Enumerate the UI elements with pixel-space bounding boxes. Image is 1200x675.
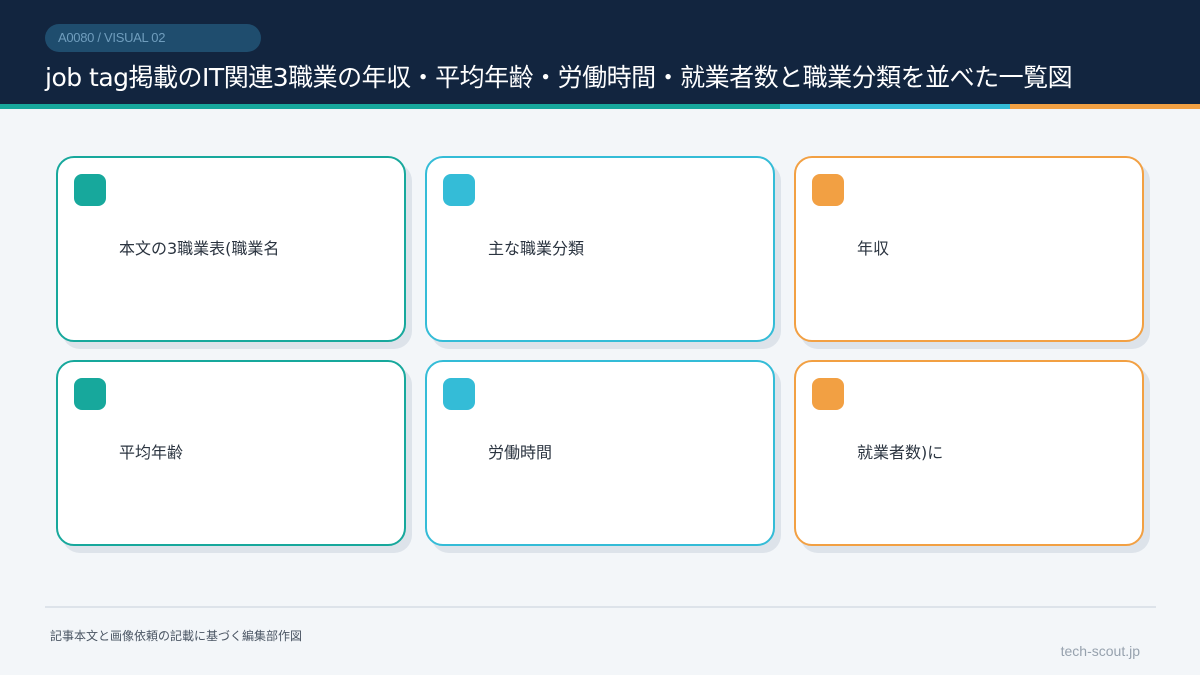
card-occupation-classification: 主な職業分類 [425,156,775,342]
card-label: 就業者数)に [857,443,944,462]
card-marker-icon [812,378,844,410]
card-annual-income: 年収 [794,156,1144,342]
footer-divider [45,606,1156,608]
accent-stripe-cyan [780,104,1010,109]
site-credit: tech-scout.jp [1060,643,1140,659]
card-label: 労働時間 [488,443,553,462]
card-number-of-workers: 就業者数)に [794,360,1144,546]
accent-stripe-teal [0,104,780,109]
card-marker-icon [74,174,106,206]
source-note: 記事本文と画像依頼の記載に基づく編集部作図 [50,629,303,643]
card-label: 平均年齢 [119,443,184,462]
card-marker-icon [443,378,475,410]
card-average-age: 平均年齢 [56,360,406,546]
card-occupation-table: 本文の3職業表(職業名 [56,156,406,342]
card-label: 年収 [857,239,890,258]
card-label: 本文の3職業表(職業名 [119,239,280,258]
visual-id-badge: A0080 / VISUAL 02 [45,24,261,52]
card-marker-icon [74,378,106,410]
page-title: job tag掲載のIT関連3職業の年収・平均年齢・労働時間・就業者数と職業分類… [45,63,1073,92]
accent-stripe-orange [1010,104,1200,109]
header-bar: A0080 / VISUAL 02 job tag掲載のIT関連3職業の年収・平… [0,0,1200,104]
card-marker-icon [443,174,475,206]
card-working-hours: 労働時間 [425,360,775,546]
card-label: 主な職業分類 [488,239,585,258]
card-marker-icon [812,174,844,206]
